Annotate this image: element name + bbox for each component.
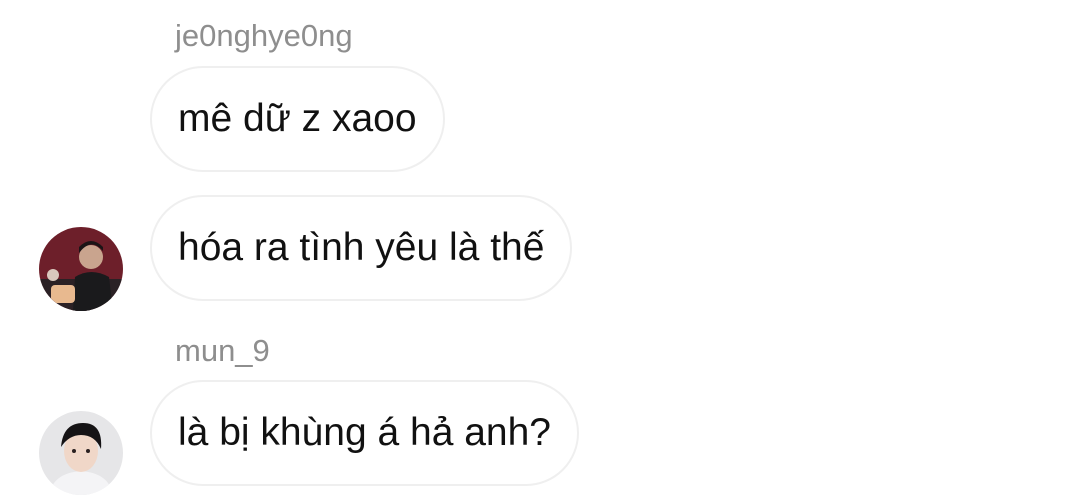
sender-name[interactable]: mun_9 — [175, 335, 270, 366]
avatar-photo-icon — [39, 411, 123, 495]
message-text: hóa ra tình yêu là thế — [178, 226, 545, 269]
sender-name[interactable]: je0nghye0ng — [175, 20, 353, 51]
avatar-photo-icon — [39, 227, 123, 311]
message-bubble[interactable]: là bị khùng á hả anh? — [150, 380, 579, 486]
message-bubble[interactable]: mê dữ z xaoo — [150, 66, 445, 172]
user-photo-avatar[interactable] — [39, 227, 123, 311]
message-text: mê dữ z xaoo — [178, 97, 417, 140]
message-bubble[interactable]: hóa ra tình yêu là thế — [150, 195, 573, 301]
user-photo-avatar[interactable] — [39, 411, 123, 495]
message-text: là bị khùng á hả anh? — [178, 411, 551, 454]
